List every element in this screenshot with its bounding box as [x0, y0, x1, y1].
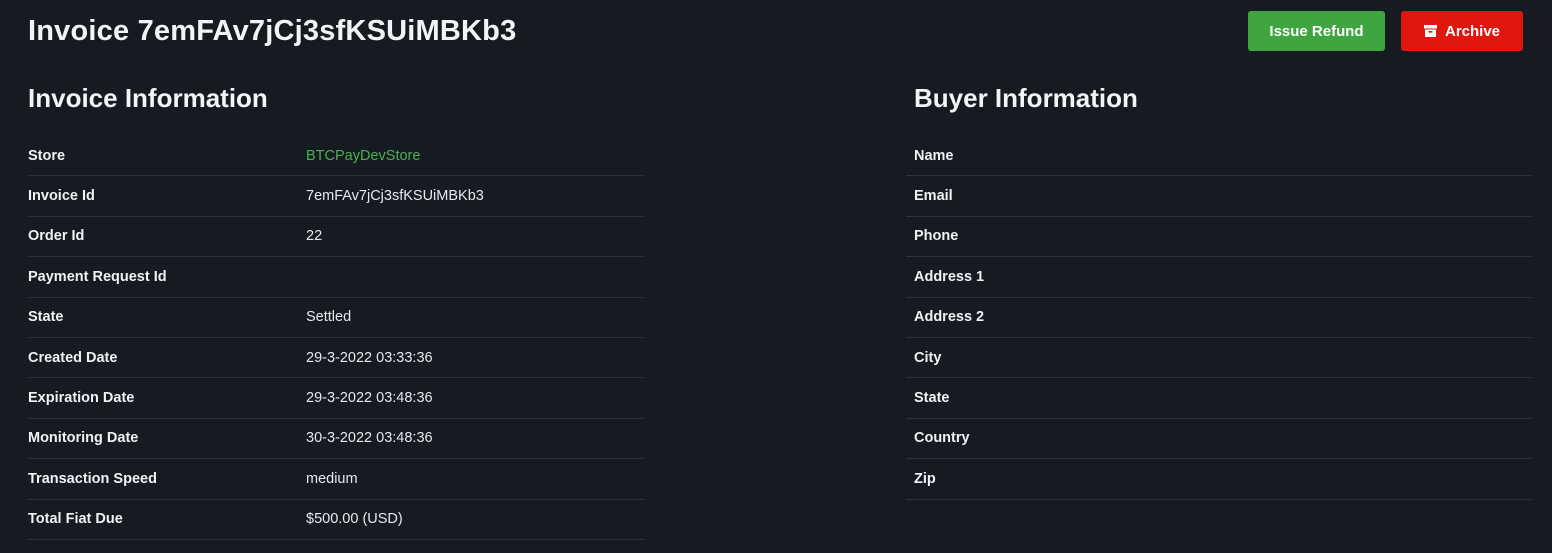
buyer-row-state: State [906, 378, 1531, 419]
row-label: Country [914, 430, 970, 447]
row-label: Zip [914, 470, 936, 487]
row-value: 30-3-2022 03:48:36 [306, 430, 433, 447]
row-value: 29-3-2022 03:48:36 [306, 390, 433, 407]
page-header: Invoice 7emFAv7jCj3sfKSUiMBKb3 Issue Ref… [28, 0, 1523, 62]
row-label: State [914, 390, 950, 407]
buyer-row-zip: Zip [906, 459, 1531, 500]
buyer-row-address-2: Address 2 [906, 298, 1531, 338]
row-label: Monitoring Date [28, 430, 139, 447]
invoice-row-order-id: Order Id 22 [28, 217, 644, 258]
buyer-row-name: Name [906, 136, 1531, 177]
header-actions: Issue Refund Archive [1248, 11, 1523, 51]
buyer-information-table: Name Email Phone Address 1 Address 2 Cit… [906, 136, 1531, 500]
row-label: Transaction Speed [28, 470, 157, 487]
invoice-row-total-fiat-due: Total Fiat Due $500.00 (USD) [28, 500, 644, 540]
buyer-row-email: Email [906, 176, 1531, 217]
row-label: Address 1 [914, 268, 985, 285]
archive-button-label: Archive [1444, 22, 1501, 40]
row-value: $500.00 (USD) [306, 511, 403, 528]
buyer-row-address-1: Address 1 [906, 257, 1531, 298]
row-label: Store [28, 147, 66, 164]
row-label: Order Id [28, 228, 85, 245]
invoice-information-section: Invoice Information Store BTCPayDevStore… [28, 80, 644, 540]
invoice-row-payment-request-id: Payment Request Id [28, 257, 644, 298]
row-label: Invoice Id [28, 188, 95, 205]
row-label: Expiration Date [28, 390, 135, 407]
buyer-row-phone: Phone [906, 217, 1531, 258]
archive-box-icon [1423, 25, 1437, 37]
buyer-information-title: Buyer Information [914, 83, 1138, 113]
row-label: City [914, 349, 942, 366]
row-label: Email [914, 188, 953, 205]
invoice-row-monitoring-date: Monitoring Date 30-3-2022 03:48:36 [28, 419, 644, 460]
buyer-row-country: Country [906, 419, 1531, 460]
store-link[interactable]: BTCPayDevStore [306, 148, 420, 164]
archive-button[interactable]: Archive [1401, 11, 1523, 51]
invoice-row-state: State Settled [28, 298, 644, 338]
row-value: Settled [306, 309, 352, 326]
row-value: 29-3-2022 03:33:36 [306, 349, 433, 366]
row-label: Name [914, 147, 954, 164]
row-value: 7emFAv7jCj3sfKSUiMBKb3 [306, 188, 484, 205]
invoice-information-title: Invoice Information [28, 83, 268, 113]
invoice-row-created-date: Created Date 29-3-2022 03:33:36 [28, 338, 644, 379]
row-label: Address 2 [914, 309, 985, 326]
buyer-information-section: Buyer Information Name Email Phone Addre… [906, 80, 1531, 500]
invoice-row-invoice-id: Invoice Id 7emFAv7jCj3sfKSUiMBKb3 [28, 176, 644, 217]
row-label: State [28, 309, 64, 326]
issue-refund-button[interactable]: Issue Refund [1248, 11, 1385, 51]
row-label: Total Fiat Due [28, 511, 123, 528]
row-value: 22 [306, 228, 323, 245]
invoice-information-table: Store BTCPayDevStore Invoice Id 7emFAv7j… [28, 136, 644, 540]
row-label: Payment Request Id [28, 268, 167, 285]
invoice-row-store: Store BTCPayDevStore [28, 136, 644, 177]
invoice-row-transaction-speed: Transaction Speed medium [28, 459, 644, 500]
row-value: medium [306, 470, 358, 487]
page-title: Invoice 7emFAv7jCj3sfKSUiMBKb3 [28, 14, 517, 47]
row-label: Phone [914, 228, 959, 245]
row-label: Created Date [28, 349, 118, 366]
buyer-row-city: City [906, 338, 1531, 379]
invoice-row-expiration-date: Expiration Date 29-3-2022 03:48:36 [28, 378, 644, 419]
